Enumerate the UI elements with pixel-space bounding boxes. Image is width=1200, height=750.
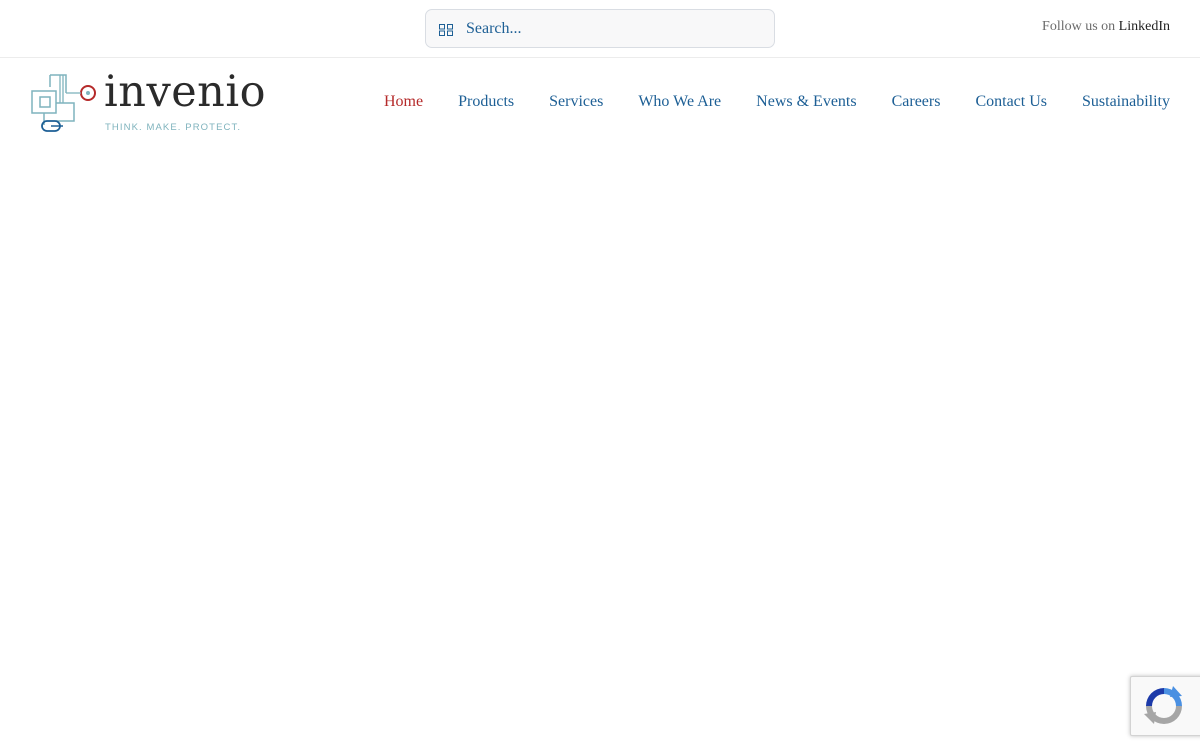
logo-wordmark: invenio bbox=[104, 67, 267, 117]
nav-item-products[interactable]: Products bbox=[458, 93, 514, 111]
nav-item-services[interactable]: Services bbox=[549, 93, 603, 111]
recaptcha-icon bbox=[1144, 686, 1182, 724]
site-header: invenio THINK. MAKE. PROTECT. Home Produ… bbox=[0, 59, 1200, 149]
logo-mark-icon bbox=[31, 74, 96, 132]
main-nav: Home Products Services Who We Are News &… bbox=[349, 93, 1170, 111]
social-follow: Follow us on LinkedIn bbox=[1042, 19, 1170, 35]
search-input[interactable] bbox=[466, 19, 756, 38]
nav-item-home[interactable]: Home bbox=[384, 93, 423, 111]
follow-prefix: Follow us on bbox=[1042, 19, 1116, 34]
nav-item-careers[interactable]: Careers bbox=[892, 93, 941, 111]
linkedin-link[interactable]: LinkedIn bbox=[1119, 19, 1170, 34]
search-box[interactable] bbox=[425, 9, 775, 48]
site-logo[interactable]: invenio THINK. MAKE. PROTECT. bbox=[30, 67, 270, 135]
recaptcha-badge[interactable] bbox=[1130, 676, 1200, 736]
top-bar: Follow us on LinkedIn bbox=[0, 0, 1200, 58]
logo-tagline: THINK. MAKE. PROTECT. bbox=[105, 122, 242, 133]
nav-item-sustainability[interactable]: Sustainability bbox=[1082, 93, 1170, 111]
nav-item-who-we-are[interactable]: Who We Are bbox=[638, 93, 721, 111]
nav-item-news-events[interactable]: News & Events bbox=[756, 93, 856, 111]
nav-item-contact-us[interactable]: Contact Us bbox=[975, 93, 1047, 111]
search-icon bbox=[439, 23, 453, 36]
